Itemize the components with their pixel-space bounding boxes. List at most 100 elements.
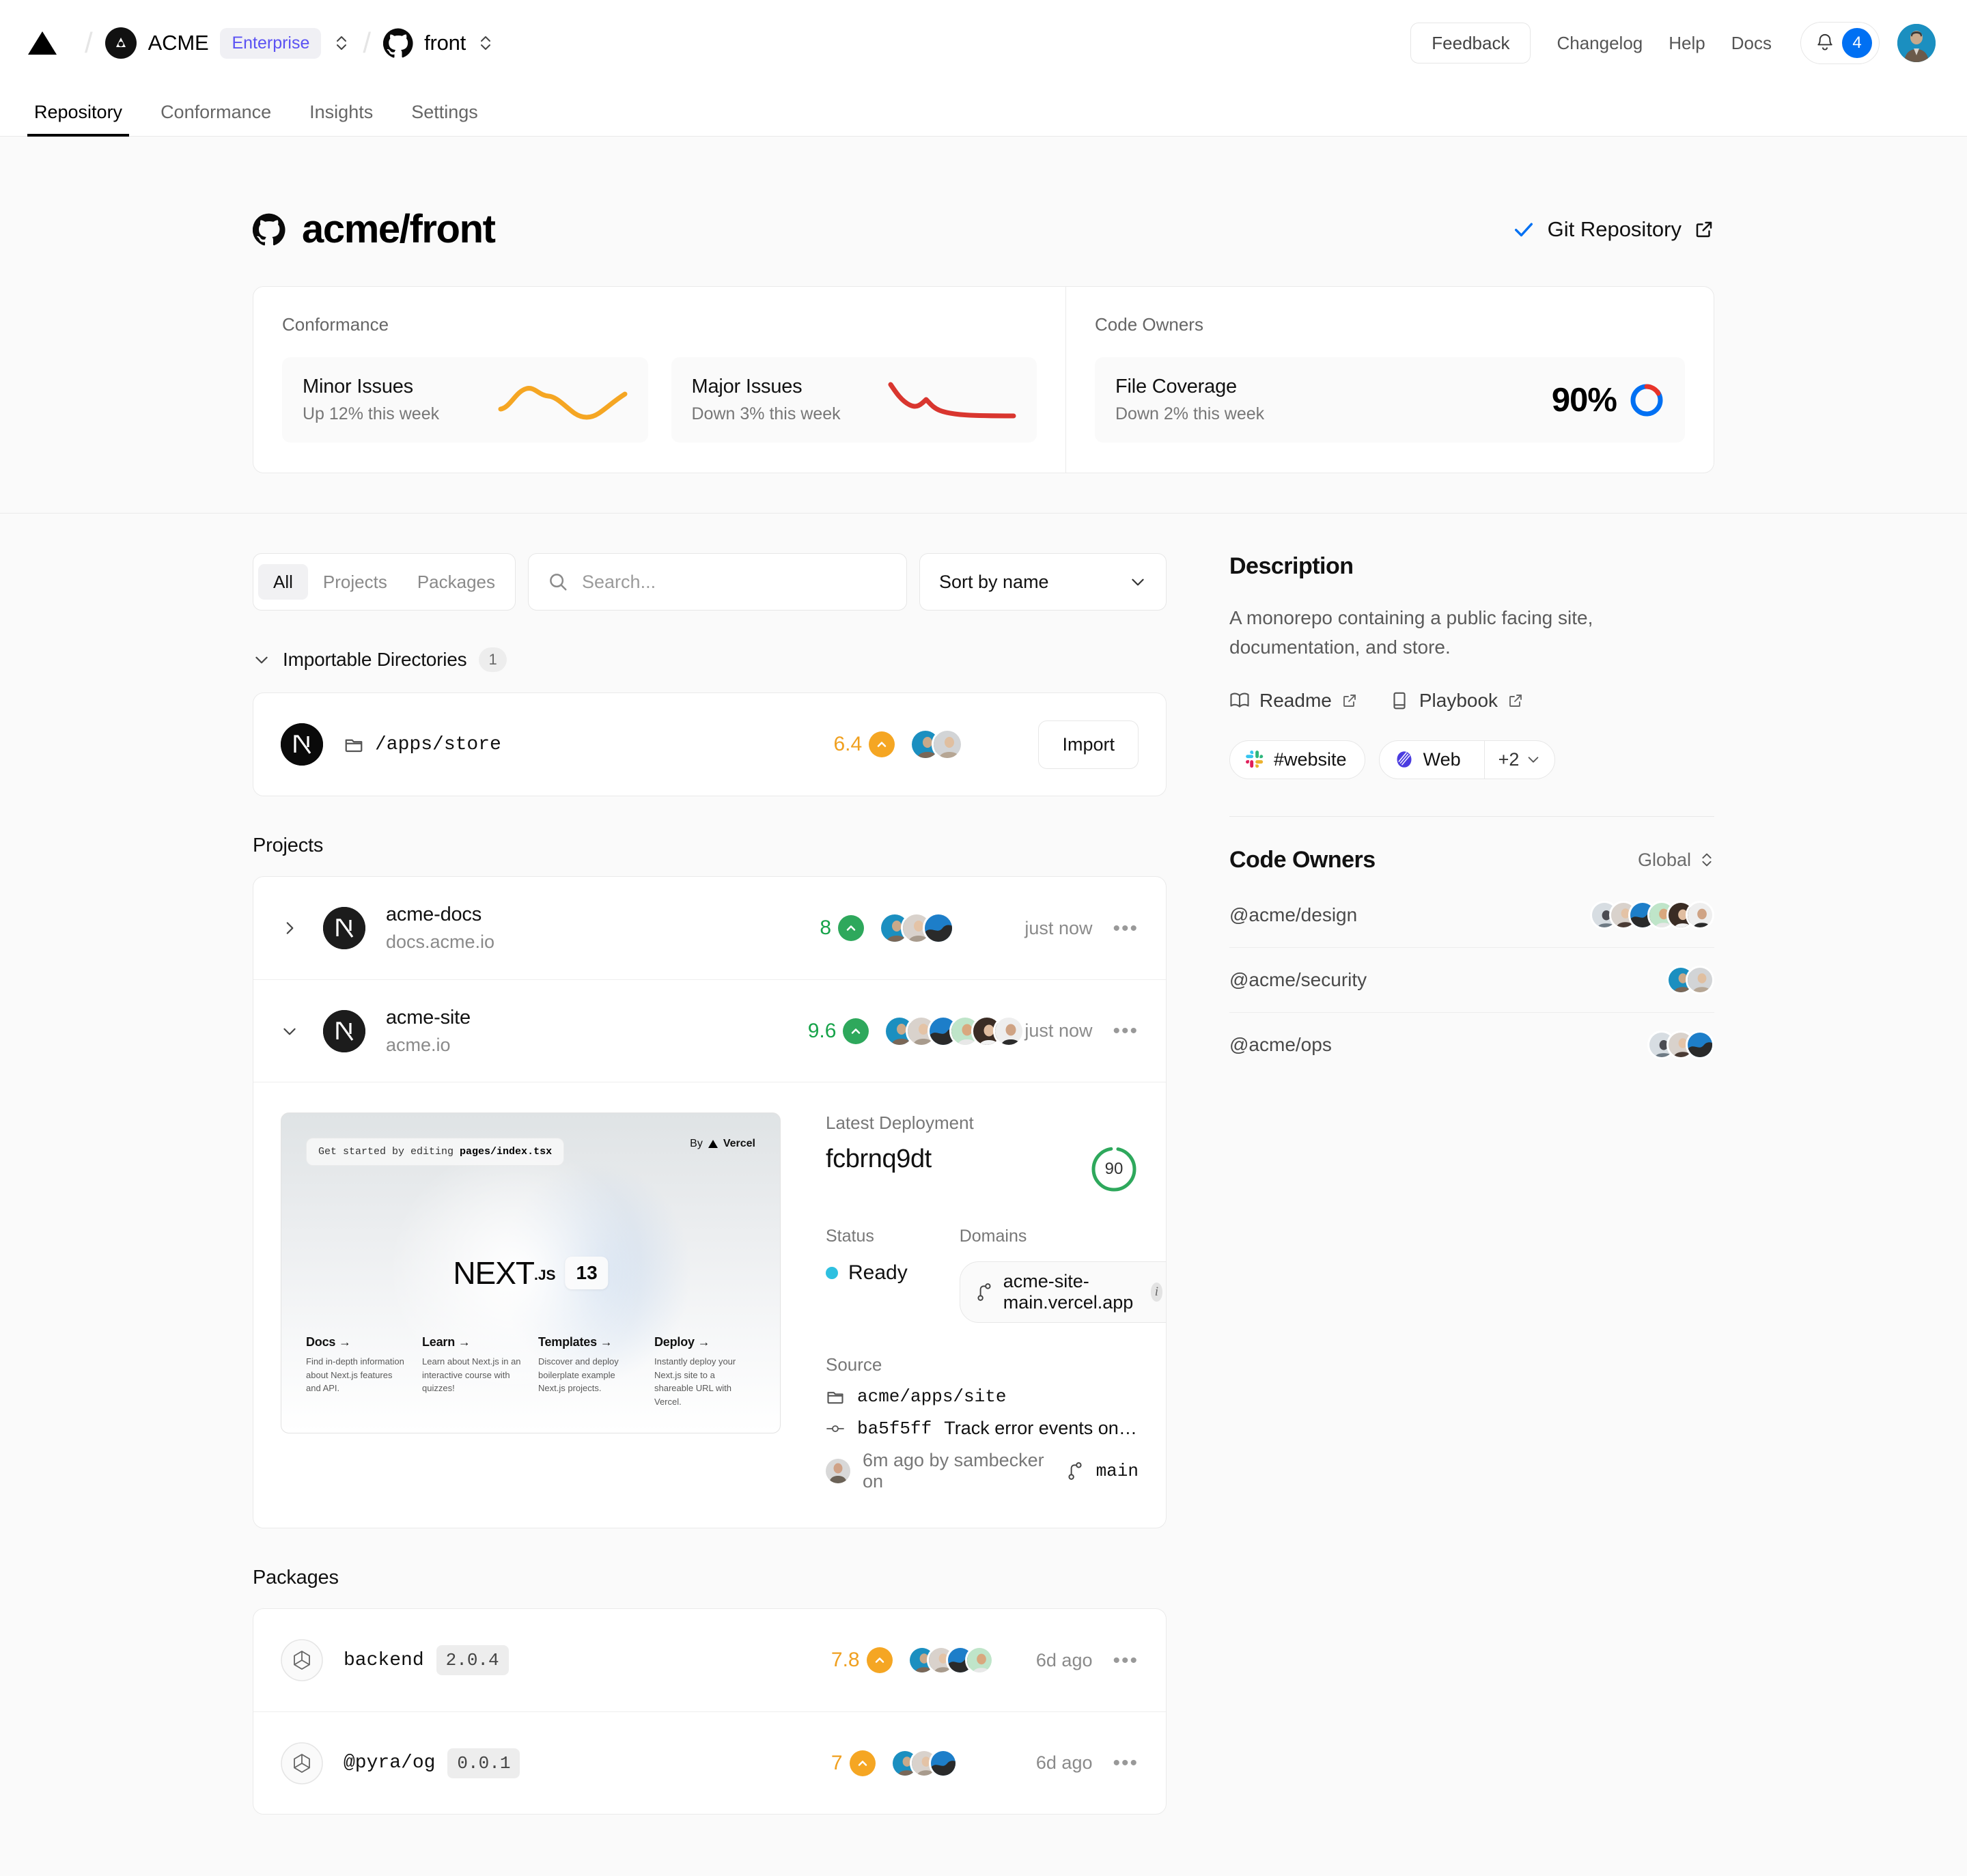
domains-block: Domains acme-site-main.vercel.app i bbox=[959, 1227, 1166, 1323]
filter-all[interactable]: All bbox=[258, 564, 308, 600]
expand-toggle-acme-site[interactable] bbox=[281, 1022, 323, 1040]
search-input[interactable] bbox=[582, 571, 887, 593]
major-issues-subtitle: Down 3% this week bbox=[691, 404, 841, 423]
avatar bbox=[932, 729, 964, 760]
sort-select[interactable]: Sort by name bbox=[919, 553, 1167, 611]
nav-link-help[interactable]: Help bbox=[1669, 33, 1705, 54]
source-path[interactable]: acme/apps/site bbox=[857, 1386, 1006, 1407]
row-menu-button[interactable]: ••• bbox=[1113, 1650, 1139, 1670]
readme-link[interactable]: Readme bbox=[1229, 690, 1358, 712]
feedback-button[interactable]: Feedback bbox=[1410, 22, 1531, 64]
preview-card-body: Discover and deploy boilerplate example … bbox=[538, 1356, 619, 1393]
import-button[interactable]: Import bbox=[1038, 720, 1139, 769]
filter-packages[interactable]: Packages bbox=[402, 564, 510, 600]
folder-icon bbox=[344, 734, 364, 755]
tab-conformance[interactable]: Conformance bbox=[154, 102, 278, 136]
team-name[interactable]: ACME bbox=[148, 31, 209, 55]
score-column: 8 bbox=[820, 912, 1024, 944]
commit-sha[interactable]: ba5f5ff bbox=[857, 1418, 932, 1439]
branch-icon bbox=[975, 1283, 993, 1302]
top-bar: / ACME Enterprise / front Feedback Chang… bbox=[0, 0, 1967, 86]
slack-channel-chip[interactable]: #website bbox=[1229, 740, 1365, 779]
table-row[interactable]: acme-docs docs.acme.io 8 just now ••• bbox=[253, 877, 1166, 979]
preview-version-badge: 13 bbox=[565, 1257, 609, 1289]
deployment-id[interactable]: fcbrnq9dt bbox=[826, 1145, 932, 1174]
conformance-card: Conformance Minor Issues Up 12% this wee… bbox=[253, 287, 1066, 473]
project-domain: docs.acme.io bbox=[386, 932, 495, 952]
branch-icon bbox=[1066, 1461, 1084, 1481]
git-repository-link[interactable]: Git Repository bbox=[1512, 217, 1714, 242]
importable-directories-header[interactable]: Importable Directories 1 bbox=[253, 647, 1167, 672]
table-row[interactable]: acme-site acme.io 9.6 just now ••• bbox=[253, 979, 1166, 1082]
score-value: 7.8 bbox=[831, 1649, 860, 1671]
info-icon[interactable]: i bbox=[1150, 1283, 1163, 1302]
row-menu-button[interactable]: ••• bbox=[1113, 1753, 1139, 1774]
github-icon bbox=[383, 28, 413, 58]
contributor-avatars bbox=[890, 1748, 958, 1778]
notifications-button[interactable]: 4 bbox=[1800, 22, 1880, 64]
commit-branch[interactable]: main bbox=[1096, 1461, 1139, 1481]
vercel-triangle-icon bbox=[708, 1140, 718, 1148]
packages-list: backend 2.0.4 7.8 6d ago ••• @pyra/og 0.… bbox=[253, 1608, 1167, 1815]
filter-projects[interactable]: Projects bbox=[308, 564, 402, 600]
major-issues-title: Major Issues bbox=[691, 376, 803, 397]
table-row[interactable]: /apps/store 6.4 Import bbox=[253, 693, 1166, 796]
left-column: All Projects Packages Sort by name bbox=[253, 553, 1167, 1815]
avatar[interactable] bbox=[1897, 24, 1936, 62]
list-item[interactable]: @acme/ops bbox=[1229, 1013, 1714, 1077]
minor-issues-subtitle: Up 12% this week bbox=[303, 404, 440, 423]
avatar bbox=[964, 1646, 994, 1675]
slack-channel-label: #website bbox=[1274, 748, 1347, 770]
code-owners-scope-select[interactable]: Global bbox=[1638, 850, 1714, 871]
preview-card-body: Learn about Next.js in an interactive co… bbox=[422, 1356, 521, 1393]
filter-segmented-control: All Projects Packages bbox=[253, 553, 516, 611]
summary-cards: Conformance Minor Issues Up 12% this wee… bbox=[253, 286, 1714, 473]
score-column: 9.6 bbox=[808, 1015, 1025, 1047]
row-menu-button[interactable]: ••• bbox=[1113, 1021, 1139, 1041]
integration-label: Web bbox=[1423, 748, 1461, 770]
readme-label: Readme bbox=[1259, 689, 1332, 711]
tab-insights[interactable]: Insights bbox=[303, 102, 380, 136]
integration-more-button[interactable]: +2 bbox=[1483, 740, 1555, 779]
preview-by-brand: Vercel bbox=[723, 1138, 755, 1149]
repo-name[interactable]: front bbox=[424, 31, 466, 55]
repo-switcher-chevron-icon[interactable] bbox=[477, 31, 494, 55]
major-issues-tile[interactable]: Major Issues Down 3% this week bbox=[671, 357, 1037, 443]
team-switcher-chevron-icon[interactable] bbox=[333, 31, 350, 55]
code-owners-coverage-card: Code Owners File Coverage Down 2% this w… bbox=[1066, 287, 1714, 473]
playbook-link[interactable]: Playbook bbox=[1389, 690, 1524, 712]
tab-settings[interactable]: Settings bbox=[404, 102, 485, 136]
expand-toggle-acme-docs[interactable] bbox=[281, 919, 323, 937]
table-row[interactable]: @pyra/og 0.0.1 7 6d ago ••• bbox=[253, 1711, 1166, 1814]
breadcrumb-separator-2: / bbox=[363, 27, 372, 59]
project-name: acme-site bbox=[386, 1006, 471, 1028]
list-item[interactable]: @acme/design bbox=[1229, 883, 1714, 948]
deployment-preview-thumbnail[interactable]: Get started by editing pages/index.tsx B… bbox=[281, 1112, 781, 1433]
deployment-domain[interactable]: acme-site-main.vercel.app i bbox=[960, 1262, 1166, 1322]
tab-repository[interactable]: Repository bbox=[27, 102, 130, 137]
file-coverage-tile[interactable]: File Coverage Down 2% this week 90% bbox=[1095, 357, 1685, 443]
integration-chip[interactable]: Web +2 bbox=[1378, 740, 1556, 779]
folder-icon bbox=[826, 1387, 845, 1406]
minor-issues-title: Minor Issues bbox=[303, 376, 413, 397]
status-label: Status bbox=[826, 1227, 874, 1246]
trend-up-icon bbox=[866, 1647, 893, 1673]
team-avatar bbox=[104, 27, 137, 59]
integration-icon bbox=[1395, 750, 1414, 769]
package-name: backend bbox=[344, 1649, 424, 1671]
integration-more-count: +2 bbox=[1498, 748, 1520, 770]
chevron-down-icon[interactable] bbox=[253, 651, 270, 669]
list-item[interactable]: @acme/security bbox=[1229, 948, 1714, 1013]
source-block: Source acme/apps/site ba5f5ff Track erro… bbox=[826, 1354, 1139, 1492]
avatar bbox=[928, 1748, 958, 1778]
latest-deployment-label: Latest Deployment bbox=[826, 1112, 974, 1133]
last-updated: 6d ago bbox=[1035, 1752, 1093, 1773]
nav-link-docs[interactable]: Docs bbox=[1731, 33, 1772, 54]
table-row[interactable]: backend 2.0.4 7.8 6d ago ••• bbox=[253, 1609, 1166, 1711]
row-menu-button[interactable]: ••• bbox=[1113, 918, 1139, 938]
score-value: 6.4 bbox=[833, 733, 863, 755]
nav-link-changelog[interactable]: Changelog bbox=[1557, 33, 1643, 54]
code-owner-name: @acme/design bbox=[1229, 904, 1358, 925]
vercel-logo-icon[interactable] bbox=[27, 30, 57, 56]
minor-issues-tile[interactable]: Minor Issues Up 12% this week bbox=[282, 357, 648, 443]
